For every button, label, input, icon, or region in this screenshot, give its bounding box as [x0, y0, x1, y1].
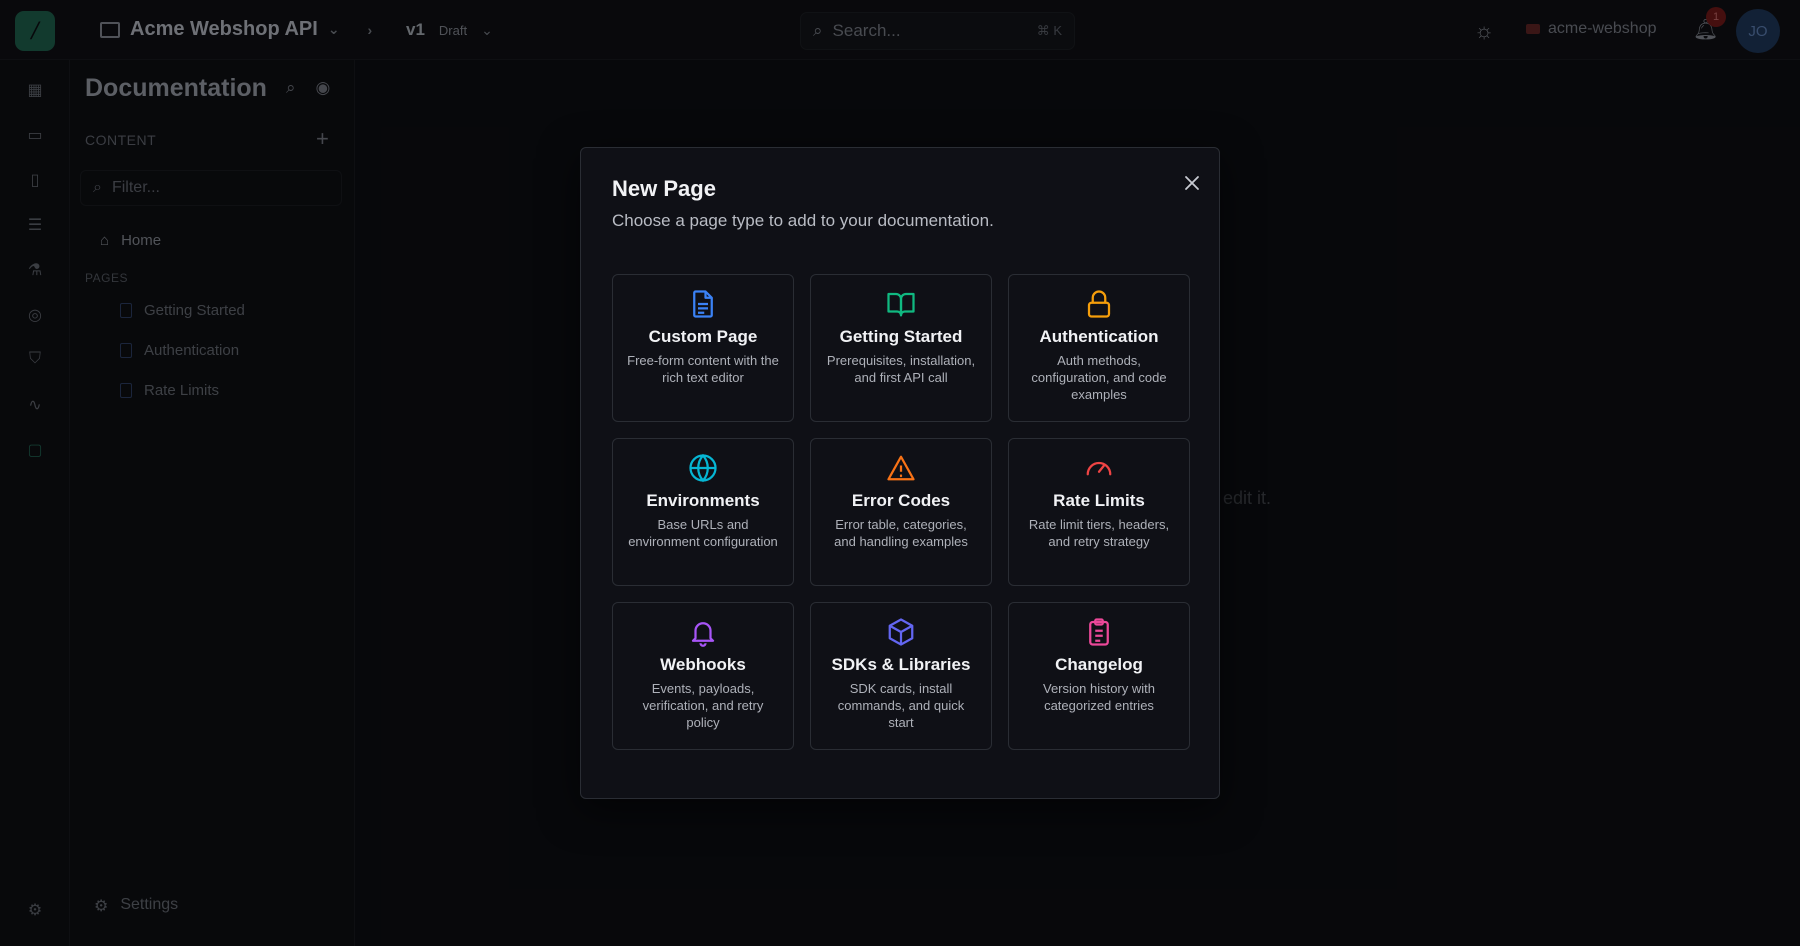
package-icon	[888, 618, 914, 646]
card-title: Custom Page	[648, 327, 758, 346]
page-type-authentication[interactable]: Authentication Auth methods, configurati…	[1008, 274, 1190, 422]
warning-triangle-icon	[887, 455, 915, 481]
document-icon	[693, 290, 713, 318]
card-title: SDKs & Libraries	[831, 655, 971, 674]
card-title: Changelog	[1055, 655, 1143, 674]
page-type-rate-limits[interactable]: Rate Limits Rate limit tiers, headers, a…	[1008, 438, 1190, 586]
page-type-getting-started[interactable]: Getting Started Prerequisites, installat…	[810, 274, 992, 422]
card-title: Rate Limits	[1053, 491, 1145, 510]
modal-subtitle: Choose a page type to add to your docume…	[612, 211, 994, 230]
card-title: Authentication	[1039, 327, 1159, 346]
card-title: Getting Started	[839, 327, 963, 346]
page-type-environments[interactable]: Environments Base URLs and environment c…	[612, 438, 794, 586]
card-description: SDK cards, install commands, and quick s…	[837, 681, 965, 730]
new-page-modal: New Page Choose a page type to add to yo…	[580, 147, 1220, 799]
close-button[interactable]	[1180, 172, 1204, 196]
card-description: Rate limit tiers, headers, and retry str…	[1028, 517, 1170, 549]
card-description: Error table, categories, and handling ex…	[834, 517, 968, 549]
close-icon	[1185, 176, 1199, 190]
page-type-changelog[interactable]: Changelog Version history with categoriz…	[1008, 602, 1190, 750]
book-open-icon	[887, 292, 915, 317]
globe-icon	[689, 453, 717, 483]
card-title: Webhooks	[660, 655, 746, 674]
gauge-icon	[1086, 461, 1112, 476]
modal-title: New Page	[612, 176, 716, 201]
page-type-custom-page[interactable]: Custom Page Free-form content with the r…	[612, 274, 794, 422]
lock-icon	[1087, 290, 1111, 318]
page-type-sdks-libraries[interactable]: SDKs & Libraries SDK cards, install comm…	[810, 602, 992, 750]
card-description: Free-form content with the rich text edi…	[627, 353, 779, 385]
card-description: Events, payloads, verification, and retr…	[642, 681, 764, 730]
clipboard-list-icon	[1089, 618, 1109, 646]
card-description: Base URLs and environment configuration	[628, 517, 778, 549]
card-description: Prerequisites, installation, and first A…	[826, 353, 976, 385]
card-description: Version history with categorized entries	[1043, 681, 1155, 713]
bell-icon	[691, 622, 715, 647]
card-title: Environments	[646, 491, 760, 510]
page-type-grid: Custom Page Free-form content with the r…	[612, 274, 1190, 750]
card-description: Auth methods, configuration, and code ex…	[1031, 353, 1167, 402]
page-type-webhooks[interactable]: Webhooks Events, payloads, verification,…	[612, 602, 794, 750]
page-type-error-codes[interactable]: Error Codes Error table, categories, and…	[810, 438, 992, 586]
card-title: Error Codes	[851, 491, 951, 510]
